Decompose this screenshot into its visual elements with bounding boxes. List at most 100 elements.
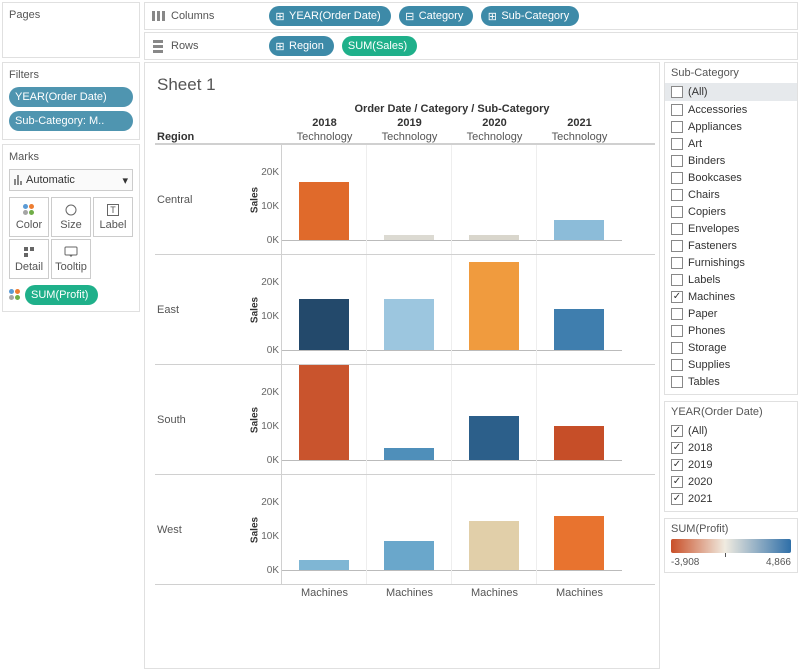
- columns-pill-subcategory[interactable]: ⊞Sub-Category: [481, 6, 579, 26]
- filter-card-year: YEAR(Order Date) (All)2018201920202021: [664, 401, 798, 512]
- checkbox-icon[interactable]: [671, 155, 683, 167]
- rows-pill-region[interactable]: ⊞Region: [269, 36, 334, 56]
- checkbox-icon[interactable]: [671, 493, 683, 505]
- filter-item[interactable]: Binders: [671, 152, 791, 169]
- checkbox-icon[interactable]: [671, 459, 683, 471]
- marks-pill-profit[interactable]: SUM(Profit): [25, 285, 98, 305]
- bar-mark[interactable]: [384, 299, 434, 350]
- checkbox-icon[interactable]: [671, 325, 683, 337]
- checkbox-icon[interactable]: [671, 425, 683, 437]
- marks-type-select[interactable]: Automatic ▾: [9, 169, 133, 191]
- checkbox-icon[interactable]: [671, 274, 683, 286]
- filter-item[interactable]: Appliances: [671, 118, 791, 135]
- bar-mark[interactable]: [469, 416, 519, 460]
- checkbox-icon[interactable]: [671, 172, 683, 184]
- rows-pill-sales[interactable]: SUM(Sales): [342, 36, 417, 56]
- columns-shelf[interactable]: Columns ⊞YEAR(Order Date) ⊟Category ⊞Sub…: [144, 2, 798, 30]
- col-footer-subcat[interactable]: Machines: [537, 585, 622, 599]
- filter-item[interactable]: Copiers: [671, 203, 791, 220]
- checkbox-icon[interactable]: [671, 138, 683, 150]
- row-header-region[interactable]: East: [155, 255, 240, 364]
- col-header-year[interactable]: 2020: [452, 115, 537, 131]
- marks-label-button[interactable]: T Label: [93, 197, 133, 237]
- bar-mark[interactable]: [384, 541, 434, 570]
- filter-item[interactable]: Chairs: [671, 186, 791, 203]
- row-header-region[interactable]: Central: [155, 145, 240, 254]
- checkbox-icon[interactable]: [671, 121, 683, 133]
- col-header-category[interactable]: Technology: [452, 131, 537, 143]
- bar-mark[interactable]: [384, 235, 434, 240]
- filter-item[interactable]: Tables: [671, 373, 791, 390]
- col-header-year[interactable]: 2021: [537, 115, 622, 131]
- marks-tooltip-button[interactable]: Tooltip: [51, 239, 91, 279]
- filter-item[interactable]: Labels: [671, 271, 791, 288]
- col-header-category[interactable]: Technology: [367, 131, 452, 143]
- rows-shelf[interactable]: Rows ⊞Region SUM(Sales): [144, 32, 798, 60]
- bar-mark[interactable]: [299, 560, 349, 570]
- bar-mark[interactable]: [469, 235, 519, 240]
- checkbox-icon[interactable]: [671, 257, 683, 269]
- col-header-year[interactable]: 2018: [282, 115, 367, 131]
- checkbox-icon[interactable]: [671, 376, 683, 388]
- checkbox-icon[interactable]: [671, 342, 683, 354]
- filter-item[interactable]: 2018: [671, 439, 791, 456]
- filter-item[interactable]: Envelopes: [671, 220, 791, 237]
- bar-mark[interactable]: [554, 220, 604, 240]
- filter-item[interactable]: (All): [665, 83, 797, 101]
- checkbox-icon[interactable]: [671, 240, 683, 252]
- filter-item[interactable]: Fasteners: [671, 237, 791, 254]
- filter-item[interactable]: Accessories: [671, 101, 791, 118]
- filter-item[interactable]: Machines: [671, 288, 791, 305]
- row-header-region[interactable]: South: [155, 365, 240, 474]
- bar-mark[interactable]: [469, 262, 519, 350]
- filter-item[interactable]: Art: [671, 135, 791, 152]
- col-footer-subcat[interactable]: Machines: [282, 585, 367, 599]
- marks-color-button[interactable]: Color: [9, 197, 49, 237]
- bar-mark[interactable]: [299, 182, 349, 240]
- chart-cell: [282, 365, 367, 474]
- row-header-region[interactable]: West: [155, 475, 240, 584]
- marks-size-button[interactable]: Size: [51, 197, 91, 237]
- checkbox-icon[interactable]: [671, 308, 683, 320]
- legend-gradient[interactable]: [671, 539, 791, 553]
- filter-item[interactable]: Supplies: [671, 356, 791, 373]
- bar-mark[interactable]: [299, 365, 349, 460]
- checkbox-icon[interactable]: [671, 86, 683, 98]
- y-tick: 20K: [261, 497, 279, 508]
- columns-pill-category[interactable]: ⊟Category: [399, 6, 474, 26]
- checkbox-icon[interactable]: [671, 189, 683, 201]
- checkbox-icon[interactable]: [671, 442, 683, 454]
- bar-mark[interactable]: [554, 426, 604, 460]
- col-header-category[interactable]: Technology: [537, 131, 622, 143]
- filter-item[interactable]: Bookcases: [671, 169, 791, 186]
- filter-item[interactable]: (All): [671, 422, 791, 439]
- filter-pill-subcat[interactable]: Sub-Category: M..: [9, 111, 133, 131]
- filter-pill-year[interactable]: YEAR(Order Date): [9, 87, 133, 107]
- col-header-category[interactable]: Technology: [282, 131, 367, 143]
- checkbox-icon[interactable]: [671, 206, 683, 218]
- checkbox-icon[interactable]: [671, 104, 683, 116]
- filters-shelf[interactable]: Filters YEAR(Order Date) Sub-Category: M…: [2, 62, 140, 140]
- filter-item[interactable]: Furnishings: [671, 254, 791, 271]
- bar-mark[interactable]: [299, 299, 349, 350]
- columns-pill-year[interactable]: ⊞YEAR(Order Date): [269, 6, 391, 26]
- col-footer-subcat[interactable]: Machines: [367, 585, 452, 599]
- checkbox-icon[interactable]: [671, 359, 683, 371]
- bar-mark[interactable]: [554, 309, 604, 350]
- filter-item[interactable]: Storage: [671, 339, 791, 356]
- bar-mark[interactable]: [384, 448, 434, 460]
- bar-mark[interactable]: [554, 516, 604, 570]
- marks-detail-button[interactable]: Detail: [9, 239, 49, 279]
- checkbox-icon[interactable]: [671, 291, 683, 303]
- filter-item[interactable]: 2019: [671, 456, 791, 473]
- filter-item[interactable]: Paper: [671, 305, 791, 322]
- filter-item[interactable]: 2020: [671, 473, 791, 490]
- filter-item[interactable]: Phones: [671, 322, 791, 339]
- checkbox-icon[interactable]: [671, 476, 683, 488]
- bar-mark[interactable]: [469, 521, 519, 570]
- col-footer-subcat[interactable]: Machines: [452, 585, 537, 599]
- pages-shelf[interactable]: Pages: [2, 2, 140, 58]
- filter-item[interactable]: 2021: [671, 490, 791, 507]
- col-header-year[interactable]: 2019: [367, 115, 452, 131]
- checkbox-icon[interactable]: [671, 223, 683, 235]
